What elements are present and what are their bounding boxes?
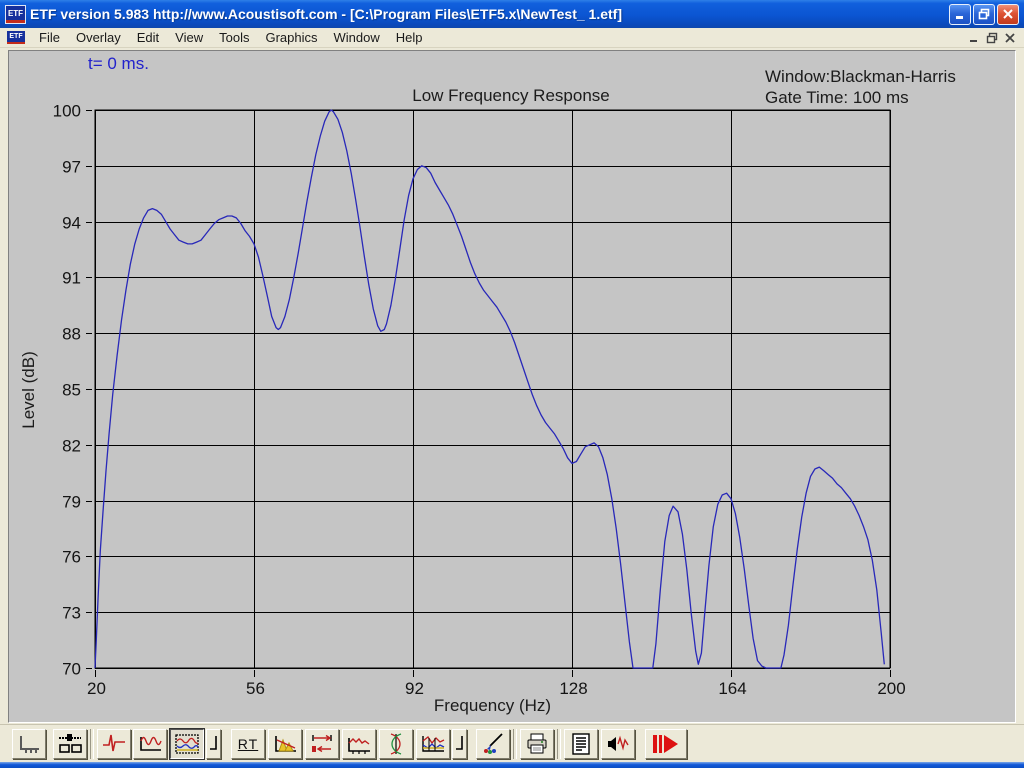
toolbar-button-reverb-time[interactable]: RT: [231, 729, 265, 759]
window-bottom-border: [0, 762, 1024, 768]
menu-item-window[interactable]: Window: [326, 29, 388, 46]
play-arrow-icon: [653, 735, 678, 753]
mdi-close-button[interactable]: [1004, 32, 1016, 44]
toolbar-button-display-layout[interactable]: [53, 729, 87, 759]
chart-title: Low Frequency Response: [412, 86, 610, 105]
restore-icon: [986, 32, 998, 43]
corner-mark-icon: [209, 736, 217, 750]
printer-icon: [527, 733, 547, 754]
toolbar-button-phase-response[interactable]: [379, 729, 413, 759]
mdi-app-icon[interactable]: ETF: [7, 31, 25, 44]
mdi-window-controls: [968, 32, 1016, 44]
title-bar: ETF ETF version 5.983 http://www.Acousti…: [0, 0, 1024, 28]
toolbar-button-periodic-response[interactable]: [133, 729, 167, 759]
toolbar-button-frequency-response[interactable]: [170, 729, 204, 759]
document-icon: [572, 733, 590, 755]
time-cursor-label: t= 0 ms.: [88, 54, 149, 73]
window-controls: [949, 3, 1019, 25]
toolbar-separator: [90, 729, 94, 759]
menu-item-graphics[interactable]: Graphics: [257, 29, 325, 46]
toolbar-button-marker-right[interactable]: [452, 729, 467, 759]
toolbar-button-step-response[interactable]: [342, 729, 376, 759]
toolbar-button-gating[interactable]: [305, 729, 339, 759]
toolbar-button-waterfall[interactable]: [268, 729, 302, 759]
toolbar-button-play-signal[interactable]: [601, 729, 635, 759]
bottom-toolbar: RT: [0, 724, 1024, 763]
jagged-line-icon: [348, 737, 370, 754]
mdi-restore-button[interactable]: [986, 32, 998, 44]
menu-item-edit[interactable]: Edit: [129, 29, 167, 46]
minimize-button[interactable]: [949, 3, 971, 25]
window-function-label: Window:Blackman-Harris: [765, 67, 956, 86]
menu-bar: ETF File Overlay Edit View Tools Graphics Wind…: [0, 28, 1024, 48]
close-icon: [1005, 32, 1015, 43]
menu-item-view[interactable]: View: [167, 29, 211, 46]
window-title: ETF version 5.983 http://www.Acoustisoft…: [30, 6, 622, 22]
toolbar-button-impulse-response[interactable]: [97, 729, 131, 759]
overlay-chart-icon: [422, 736, 445, 752]
close-button[interactable]: [997, 3, 1019, 25]
toolbar-button-start-measurement[interactable]: [645, 729, 687, 759]
toolbar-button-graph-setup[interactable]: [12, 729, 46, 759]
toolbar-button-measurement-notes[interactable]: [564, 729, 598, 759]
toolbar-button-marker-left[interactable]: [206, 729, 221, 759]
app-icon[interactable]: ETF: [5, 4, 26, 24]
impulse-icon: [103, 734, 125, 752]
menu-items: File Overlay Edit View Tools Graphics Window He…: [31, 29, 431, 46]
mdi-minimize-button[interactable]: [968, 32, 980, 44]
paintbrush-icon: [484, 733, 503, 754]
toolbar-separator: [513, 729, 517, 759]
menu-item-overlay[interactable]: Overlay: [68, 29, 129, 46]
toolbar-button-color-settings[interactable]: [476, 729, 510, 759]
minimize-icon: [956, 16, 963, 19]
restore-icon: [978, 8, 990, 20]
sine-ripple-icon: [140, 736, 162, 751]
phase-waves-icon: [390, 733, 402, 755]
corner-mark-icon: [455, 736, 463, 750]
restore-button[interactable]: [973, 3, 995, 25]
slider-panes-icon: [59, 734, 82, 753]
minimize-icon: [970, 39, 977, 42]
speaker-wave-icon: [608, 735, 629, 751]
toolbar-button-print[interactable]: [520, 729, 554, 759]
spectrum-chart-icon: [175, 734, 199, 754]
menu-item-help[interactable]: Help: [388, 29, 431, 46]
close-icon: [1003, 9, 1013, 19]
menu-item-tools[interactable]: Tools: [211, 29, 257, 46]
toolbar-button-overlay-response[interactable]: [416, 729, 450, 759]
gate-arrows-icon: [312, 734, 332, 753]
chart-panel: [8, 50, 1016, 723]
toolbar-separator: [557, 729, 561, 759]
menu-item-file[interactable]: File: [31, 29, 68, 46]
y-axis-label: Level (dB): [19, 351, 38, 429]
axes-icon: [20, 736, 39, 753]
x-axis-label: Frequency (Hz): [433, 696, 552, 715]
waterfall-icon: [275, 736, 296, 752]
